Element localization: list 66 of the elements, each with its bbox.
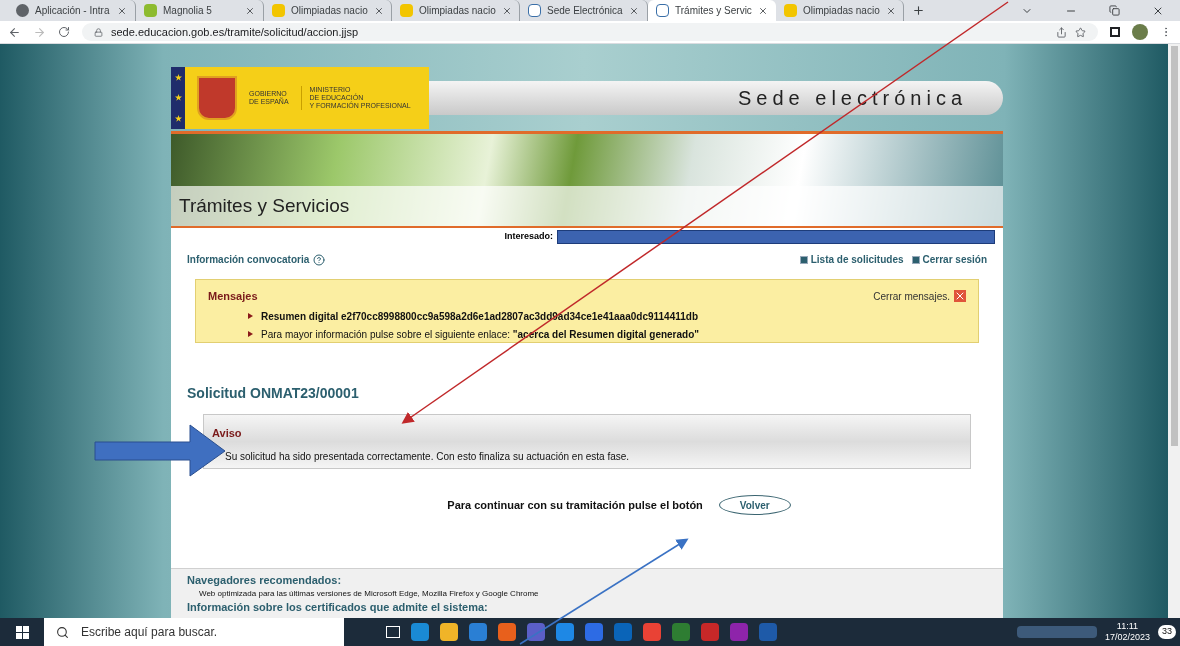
search-icon: [56, 625, 69, 639]
footer-heading: Navegadores recomendados:: [187, 573, 343, 587]
lock-icon: [94, 27, 103, 37]
help-icon[interactable]: [313, 253, 326, 266]
close-icon[interactable]: [373, 5, 384, 16]
scrollbar[interactable]: [1168, 44, 1180, 618]
app-icon[interactable]: [498, 623, 516, 641]
notice-text: Su solicitud ha sido presentada correctamente. Con esto finaliza su actuación en esta fase.: [225, 449, 630, 464]
favicon-icon: [656, 4, 669, 17]
bullet-icon: [248, 331, 253, 337]
messages-title: Mensajes: [208, 289, 258, 304]
favicon-icon: [16, 4, 29, 17]
footer-heading: Información sobre los certificados que admite el sistema:: [187, 600, 489, 614]
favicon-icon: [400, 4, 413, 17]
app-icon[interactable]: [556, 623, 574, 641]
bullet-icon: [248, 313, 253, 319]
favicon-icon: [528, 4, 541, 17]
close-icon[interactable]: [954, 290, 966, 303]
app-icon[interactable]: [643, 623, 661, 641]
favicon-icon: [784, 4, 797, 17]
coat-of-arms-icon: [197, 76, 237, 120]
favicon-icon: [272, 4, 285, 17]
close-icon[interactable]: [501, 5, 512, 16]
app-icon[interactable]: [701, 623, 719, 641]
star-icon[interactable]: [1075, 26, 1086, 38]
section-title: Trámites y Servicios: [179, 193, 350, 218]
avatar-icon[interactable]: [1132, 24, 1148, 40]
back-button[interactable]: Volver: [718, 495, 791, 515]
continue-text: Para continuar con su tramitación pulse el botón: [447, 497, 703, 513]
favicon-icon: [144, 4, 157, 17]
field-label: Interesado:: [504, 230, 553, 244]
close-icon[interactable]: [245, 5, 255, 16]
notice-title: Aviso: [212, 426, 243, 441]
task-view-icon[interactable]: [386, 626, 400, 638]
sidebar-icon[interactable]: [1110, 27, 1120, 37]
taskbar-search-field[interactable]: Escribe aquí para buscar.: [44, 618, 344, 646]
request-title: Solicitud ONMAT23/00001: [186, 384, 360, 403]
info-link[interactable]: Información convocatoria: [187, 252, 310, 267]
app-icon[interactable]: [672, 623, 690, 641]
close-messages-link[interactable]: Cerrar mensajes.: [873, 288, 950, 304]
app-icon[interactable]: [527, 623, 545, 641]
address-bar[interactable]: sede.educacion.gob.es/tramite/solicitud/accion.jjsp: [82, 23, 1098, 41]
back-icon[interactable]: [8, 25, 21, 39]
user-link[interactable]: Cerrar sesión: [922, 252, 987, 267]
app-icon[interactable]: [411, 623, 429, 641]
restore-icon[interactable]: [1109, 4, 1120, 16]
link-icon: [911, 255, 920, 264]
share-icon[interactable]: [1056, 26, 1067, 38]
link-icon: [799, 255, 808, 264]
close-icon[interactable]: [117, 5, 127, 16]
reload-icon[interactable]: [58, 26, 70, 38]
notification-badge[interactable]: 33: [1158, 625, 1176, 639]
app-icon[interactable]: [469, 623, 487, 641]
star-icon: [174, 94, 182, 102]
close-icon[interactable]: [629, 5, 639, 16]
close-icon[interactable]: [885, 5, 896, 16]
star-icon: [174, 115, 182, 123]
footer-text: Web optimizada para las últimas versiones de Microsoft Edge, Mozilla Firefox y Google Chrome: [198, 588, 540, 600]
user-link[interactable]: Lista de solicitudes: [810, 252, 904, 267]
app-icon[interactable]: [585, 623, 603, 641]
close-icon[interactable]: [758, 5, 768, 16]
new-tab-icon[interactable]: [912, 4, 925, 17]
clock[interactable]: 11:11 17/02/2023: [1104, 621, 1150, 643]
star-icon: [174, 73, 182, 81]
app-icon[interactable]: [440, 623, 458, 641]
browser-tab[interactable]: Trámites y Servic: [648, 0, 776, 21]
